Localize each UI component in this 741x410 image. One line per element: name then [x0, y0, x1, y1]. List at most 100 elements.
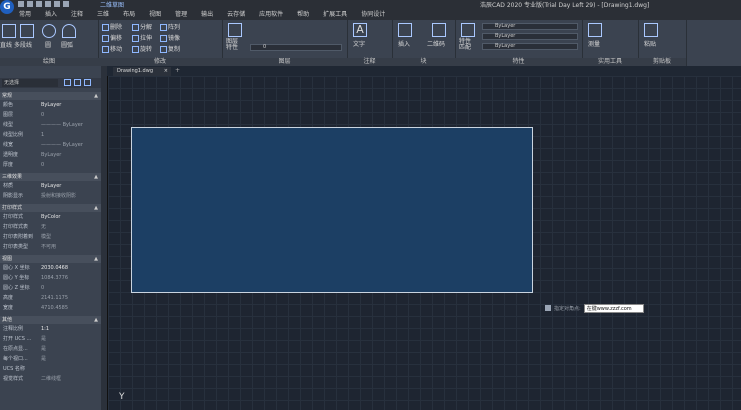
match-props-icon[interactable] [461, 23, 475, 37]
undo-icon[interactable] [54, 1, 60, 7]
text-icon[interactable]: A [353, 23, 367, 37]
app-logo-icon[interactable]: G [0, 0, 14, 14]
section-header[interactable]: 三维效果 ▲ [0, 173, 101, 181]
property-value[interactable]: 0 [41, 111, 44, 120]
property-value[interactable]: 0 [41, 161, 44, 170]
property-row[interactable]: 注释比例 1:1 [0, 325, 101, 334]
tab-manage[interactable]: 管理 [168, 9, 194, 20]
property-value[interactable]: 不可用 [41, 243, 56, 252]
property-value[interactable]: 模型 [41, 233, 51, 242]
tab-view[interactable]: 视图 [142, 9, 168, 20]
property-value[interactable]: ———— ByLayer [41, 141, 83, 150]
property-row[interactable]: 打印表类型 不可用 [0, 243, 101, 252]
property-value[interactable]: ByLayer [41, 151, 61, 160]
layer-props-icon[interactable] [228, 23, 242, 37]
property-row[interactable]: 透明度 ByLayer [0, 151, 101, 160]
property-row[interactable]: 在原点显... 是 [0, 345, 101, 354]
insert-button[interactable]: 插入 [398, 39, 410, 48]
circle-icon[interactable] [42, 24, 56, 38]
tab-output[interactable]: 输出 [194, 9, 220, 20]
property-row[interactable]: UCS 名称 [0, 365, 101, 374]
open-icon[interactable] [27, 1, 33, 7]
line-button[interactable]: 直线 [0, 40, 12, 49]
insert-icon[interactable] [398, 23, 412, 37]
property-row[interactable]: 打印样式 ByColor [0, 213, 101, 222]
stretch-button[interactable]: 拉伸 [132, 33, 152, 42]
decompose-button[interactable]: 分解 [132, 22, 152, 31]
property-row[interactable]: 宽度 4710.4585 [0, 304, 101, 313]
array-button[interactable]: 阵列 [160, 22, 180, 31]
property-row[interactable]: 圆心 Y 坐标 1084.3776 [0, 274, 101, 283]
property-row[interactable]: 圆心 X 坐标 2030.0468 [0, 264, 101, 273]
property-row[interactable]: 高度 2141.1175 [0, 294, 101, 303]
property-row[interactable]: 打开 UCS ... 是 [0, 335, 101, 344]
property-value[interactable]: 是 [41, 335, 46, 344]
new-icon[interactable] [18, 1, 24, 7]
section-header[interactable]: 常规 ▲ [0, 92, 101, 100]
property-row[interactable]: 线宽 ———— ByLayer [0, 141, 101, 150]
property-value[interactable]: 2141.1175 [41, 294, 68, 303]
drawn-rectangle[interactable] [131, 127, 533, 293]
workspace-selector[interactable]: 二维草图 [100, 0, 124, 9]
property-row[interactable]: 厚度 0 [0, 161, 101, 170]
property-row[interactable]: 视觉样式 二维线框 [0, 375, 101, 384]
property-row[interactable]: 每个视口... 是 [0, 355, 101, 364]
property-value[interactable]: 2030.0468 [41, 264, 68, 273]
close-icon[interactable]: × [164, 67, 168, 76]
offset-button[interactable]: 偏移 [102, 33, 122, 42]
property-row[interactable]: 图层 0 [0, 111, 101, 120]
arc-icon[interactable] [62, 24, 76, 38]
property-row[interactable]: 线型比例 1 [0, 131, 101, 140]
property-value[interactable]: 4710.4585 [41, 304, 68, 313]
line-icon[interactable] [2, 24, 16, 38]
delete-button[interactable]: 删除 [102, 22, 122, 31]
property-row[interactable]: 线型 ———— ByLayer [0, 121, 101, 130]
rotate-button[interactable]: 旋转 [132, 44, 152, 53]
tab-annotate[interactable]: 注释 [64, 9, 90, 20]
layer-props-button[interactable]: 图层 特性 [226, 39, 238, 51]
property-value[interactable]: 1084.3776 [41, 274, 68, 283]
property-row[interactable]: 圆心 Z 坐标 0 [0, 284, 101, 293]
collapse-icon[interactable]: ▲ [94, 316, 98, 324]
collapse-icon[interactable]: ▲ [94, 204, 98, 212]
tab-layout[interactable]: 布局 [116, 9, 142, 20]
section-header[interactable]: 其他 ▲ [0, 316, 101, 324]
property-row[interactable]: 阴影显示 投射和接收阴影 [0, 192, 101, 201]
new-tab-icon[interactable]: + [175, 67, 180, 74]
property-value[interactable]: 1 [41, 131, 44, 140]
layer-current-select[interactable]: 0 [250, 44, 342, 51]
redo-icon[interactable] [63, 1, 69, 7]
color-select[interactable]: ByLayer [482, 23, 578, 30]
select-objects-icon[interactable] [74, 79, 81, 86]
match-props-button[interactable]: 特性 匹配 [459, 39, 471, 51]
tab-apps[interactable]: 应用软件 [252, 9, 290, 20]
move-button[interactable]: 移动 [102, 44, 122, 53]
linetype-select[interactable]: ByLayer [482, 33, 578, 40]
tab-3d[interactable]: 三维 [90, 9, 116, 20]
command-input[interactable]: 在键www.zzzf.com [583, 303, 644, 313]
copy-button[interactable]: 复制 [160, 44, 180, 53]
polyline-icon[interactable] [20, 24, 34, 38]
paste-button[interactable]: 粘贴 [644, 39, 656, 48]
property-value[interactable]: 投射和接收阴影 [41, 192, 76, 201]
paste-icon[interactable] [644, 23, 658, 37]
qrcode-icon[interactable] [432, 23, 446, 37]
tab-extensions[interactable]: 扩展工具 [316, 9, 354, 20]
collapse-icon[interactable]: ▲ [94, 255, 98, 263]
property-value[interactable]: ByColor [41, 213, 60, 222]
collapse-icon[interactable]: ▲ [94, 173, 98, 181]
arc-button[interactable]: 圆弧 [61, 40, 73, 49]
print-icon[interactable] [45, 1, 51, 7]
quick-select-icon[interactable] [84, 79, 91, 86]
document-tab[interactable]: Drawing1.dwg × [113, 67, 171, 76]
property-row[interactable]: 材质 ByLayer [0, 182, 101, 191]
mirror-button[interactable]: 镜像 [160, 33, 180, 42]
qrcode-button[interactable]: 二维码 [427, 39, 445, 48]
property-value[interactable]: ByLayer [41, 182, 61, 191]
toggle-pickadd-icon[interactable] [64, 79, 71, 86]
section-header[interactable]: 视图 ▲ [0, 255, 101, 263]
property-value[interactable]: 是 [41, 355, 46, 364]
property-row[interactable]: 打印表附着到 模型 [0, 233, 101, 242]
property-value[interactable]: ByLayer [41, 101, 61, 110]
text-button[interactable]: 文字 [353, 39, 365, 48]
